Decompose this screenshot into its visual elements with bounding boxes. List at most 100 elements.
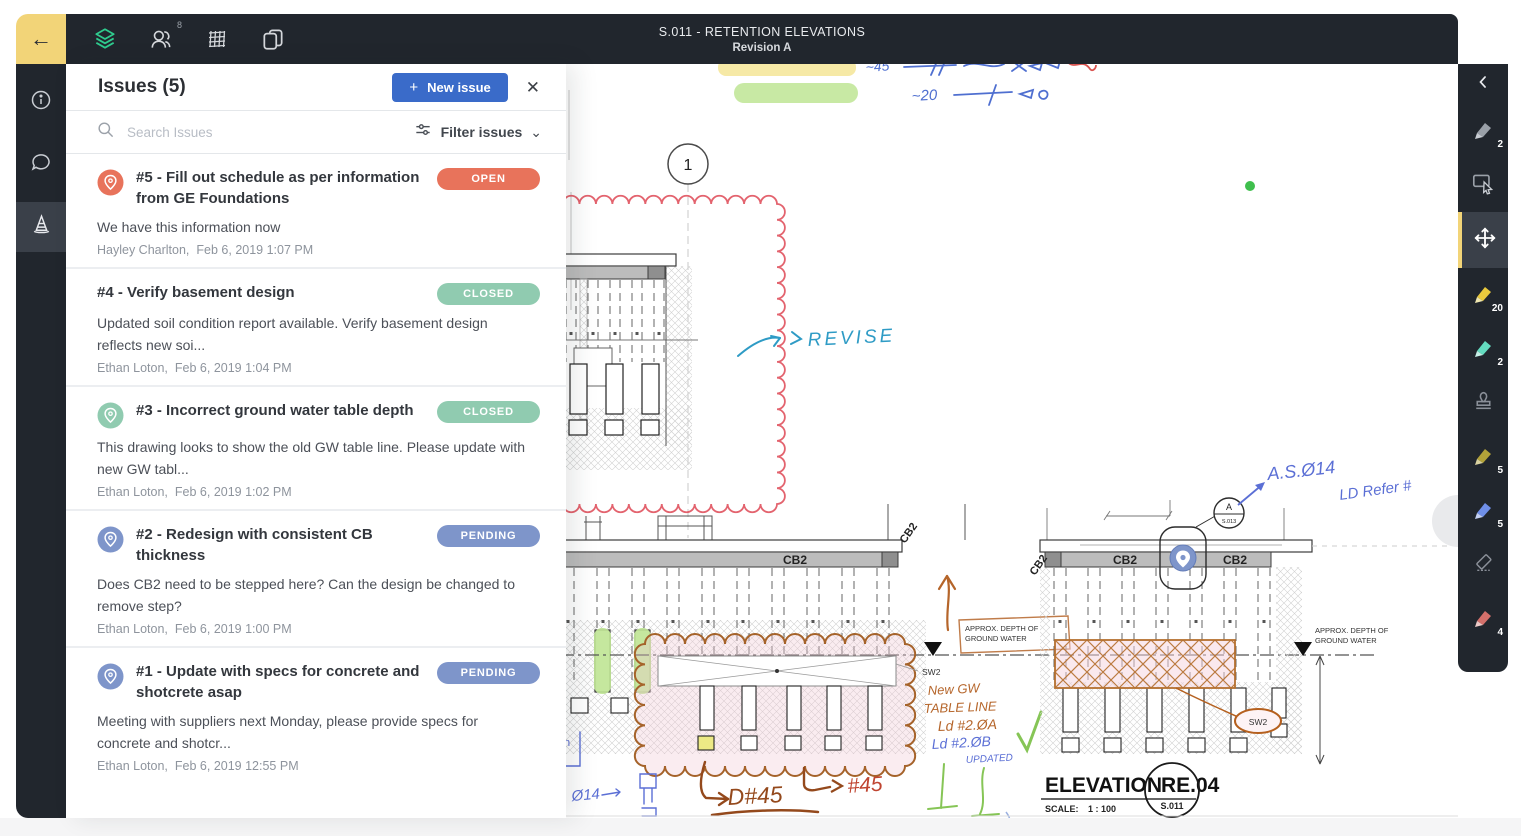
- tool-badge: 20: [1492, 303, 1503, 314]
- svg-text:1 : 100: 1 : 100: [1088, 804, 1116, 814]
- issue-item-3[interactable]: #3 - Incorrect ground water table depth …: [66, 387, 566, 511]
- close-panel-icon[interactable]: ✕: [526, 79, 540, 96]
- people-icon[interactable]: 8: [148, 26, 174, 52]
- select-rect-icon: [1470, 170, 1496, 201]
- tool-pen-olive[interactable]: 5: [1458, 430, 1508, 484]
- sidebar-item-issues[interactable]: [16, 202, 66, 252]
- tool-eraser[interactable]: [1458, 538, 1508, 592]
- issue-title: #5 - Fill out schedule as per informatio…: [136, 167, 432, 209]
- svg-text:GROUND WATER: GROUND WATER: [1315, 636, 1377, 645]
- issue-meta: Ethan Loton,Feb 6, 2019 1:02 PM: [97, 485, 540, 499]
- issue-pin-icon: [97, 663, 124, 690]
- collapse-toolbar-button[interactable]: [1458, 64, 1508, 104]
- issue-item-2[interactable]: #2 - Redesign with consistent CB thickne…: [66, 511, 566, 648]
- issue-author: Hayley Charlton,: [97, 243, 189, 257]
- issue-author: Ethan Loton,: [97, 759, 168, 773]
- move-arrows-icon: [1472, 225, 1498, 256]
- svg-text:CB2: CB2: [1113, 553, 1137, 567]
- svg-text:SW2: SW2: [922, 667, 941, 677]
- drawing-issue-pin[interactable]: [1170, 545, 1196, 571]
- chevron-down-icon: ⌄: [530, 124, 542, 141]
- back-button[interactable]: ←: [16, 14, 66, 64]
- issue-item-4[interactable]: #4 - Verify basement design CLOSED Updat…: [66, 269, 566, 387]
- people-count-badge: 8: [177, 20, 182, 30]
- presence-dot: [1245, 181, 1255, 191]
- issues-list: #5 - Fill out schedule as per informatio…: [66, 154, 566, 818]
- svg-text:1: 1: [684, 157, 693, 174]
- issue-body: Does CB2 need to be stepped here? Can th…: [97, 573, 527, 617]
- tool-badge: 2: [1497, 357, 1503, 368]
- svg-text:S.011: S.011: [1160, 801, 1183, 811]
- filter-icon: [413, 120, 433, 145]
- issue-date: Feb 6, 2019 1:02 PM: [175, 485, 292, 499]
- issue-title: #1 - Update with specs for concrete and …: [136, 661, 432, 703]
- markup-revise-note[interactable]: REVISE: [738, 325, 896, 356]
- issues-panel: Issues (5) + New issue ✕: [66, 64, 566, 818]
- upper-elevation: [560, 254, 698, 470]
- tool-stamp[interactable]: [1458, 376, 1508, 430]
- svg-text:A.S.Ø14: A.S.Ø14: [1265, 457, 1336, 484]
- issue-date: Feb 6, 2019 1:04 PM: [175, 361, 292, 375]
- svg-text:Ld #2.ØB: Ld #2.ØB: [931, 733, 991, 752]
- tool-move[interactable]: [1458, 212, 1508, 268]
- markup-gw-notes[interactable]: New GW TABLE LINE Ld #2.ØA Ld #2.ØB UPDA…: [924, 680, 1041, 766]
- tool-pen-blue[interactable]: 5: [1458, 484, 1508, 538]
- svg-text:LD Refer #: LD Refer #: [1338, 477, 1413, 504]
- document-title: S.011 - RETENTION ELEVATIONS: [659, 25, 865, 39]
- approx-depth-right: APPROX. DEPTH OF GROUND WATER: [1294, 626, 1389, 764]
- tool-select[interactable]: [1458, 158, 1508, 212]
- yellow-highlight-footing: [698, 736, 714, 750]
- status-badge: PENDING: [437, 525, 540, 547]
- tool-pen-teal[interactable]: 2: [1458, 322, 1508, 376]
- issue-pin-icon: [97, 402, 124, 429]
- search-icon: [96, 120, 115, 144]
- left-sidebar: [16, 64, 66, 818]
- bottom-strip: [0, 818, 1521, 836]
- sidebar-item-info[interactable]: [16, 78, 66, 126]
- green-highlight: [594, 628, 611, 694]
- svg-text:CB2: CB2: [898, 521, 920, 546]
- issue-item-1[interactable]: #1 - Update with specs for concrete and …: [66, 648, 566, 783]
- compare-pages-icon[interactable]: [260, 26, 286, 52]
- tool-pen-yellow[interactable]: 20: [1458, 268, 1508, 322]
- svg-text:New GW: New GW: [927, 680, 981, 698]
- svg-text:Ld #2.ØA: Ld #2.ØA: [938, 716, 998, 734]
- filter-issues-button[interactable]: Filter issues ⌄: [413, 120, 542, 145]
- svg-text:TABLE LINE: TABLE LINE: [924, 698, 998, 716]
- tool-pen-red[interactable]: 4: [1458, 592, 1508, 646]
- tool-badge: 5: [1497, 465, 1503, 476]
- issue-pin-icon: [97, 169, 124, 196]
- issue-meta: Ethan Loton, Feb 6, 2019 1:00 PM: [97, 622, 540, 636]
- svg-text:RE.04: RE.04: [1161, 774, 1220, 797]
- grid-icon[interactable]: [204, 26, 230, 52]
- search-input[interactable]: [125, 124, 403, 141]
- stamp-icon: [1471, 388, 1496, 418]
- issue-meta: Ethan Loton, Feb 6, 2019 12:55 PM: [97, 759, 540, 773]
- revision-cloud-brown[interactable]: [635, 634, 915, 776]
- svg-text:APPROX. DEPTH OF: APPROX. DEPTH OF: [1315, 626, 1389, 635]
- issue-author: Ethan Loton,: [97, 361, 168, 375]
- chevron-left-icon: [1473, 72, 1493, 97]
- markup-top-scribbles[interactable]: ~45 ~20: [718, 64, 1096, 105]
- markup-as014[interactable]: A.S.Ø14 LD Refer #: [1238, 457, 1413, 505]
- tool-pen-gray[interactable]: 2: [1458, 104, 1508, 158]
- svg-text:A: A: [1226, 502, 1232, 512]
- svg-text:D#45: D#45: [727, 781, 783, 810]
- issue-date: Feb 6, 2019 1:00 PM: [175, 622, 292, 636]
- issue-pin-icon: [97, 526, 124, 553]
- tool-badge: 5: [1497, 519, 1503, 530]
- title-block: ELEVATION RE.04 SCALE: 1 : 100 S.011: [1006, 763, 1220, 818]
- document-revision: Revision A: [732, 42, 791, 54]
- sidebar-item-comments[interactable]: [16, 140, 66, 188]
- layers-icon[interactable]: [92, 26, 118, 52]
- issue-title: #2 - Redesign with consistent CB thickne…: [136, 524, 432, 566]
- issue-meta: Hayley Charlton,Feb 6, 2019 1:07 PM: [97, 243, 540, 257]
- svg-text:UPDATED: UPDATED: [966, 753, 1014, 766]
- issue-meta: Ethan Loton, Feb 6, 2019 1:04 PM: [97, 361, 540, 375]
- issue-author: Ethan Loton,: [97, 622, 168, 636]
- issue-item-5[interactable]: #5 - Fill out schedule as per informatio…: [66, 154, 566, 269]
- top-bar: 8 S.011 - RETENTION ELEVATIONS Revision …: [66, 14, 1458, 64]
- new-issue-button[interactable]: + New issue: [392, 73, 507, 102]
- svg-text:REVISE: REVISE: [807, 325, 896, 351]
- issue-date: Feb 6, 2019 12:55 PM: [175, 759, 299, 773]
